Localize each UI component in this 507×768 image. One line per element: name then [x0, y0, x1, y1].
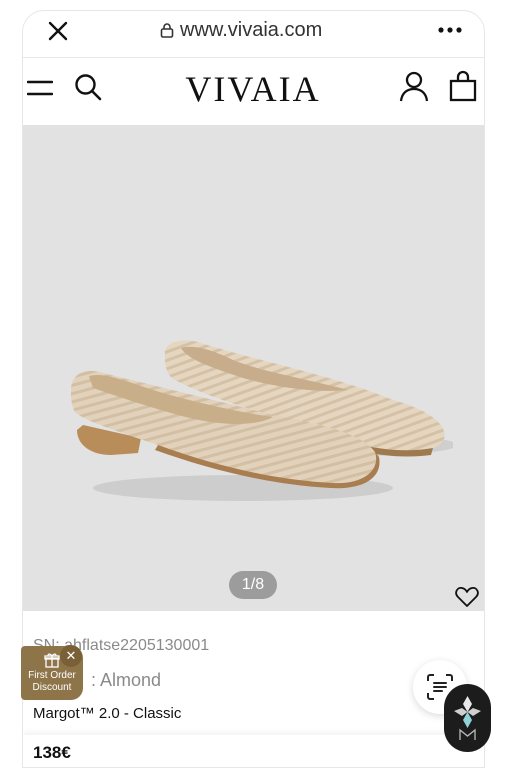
product-photo-flats: [71, 340, 453, 501]
lock-icon: [160, 23, 174, 38]
browser-url-bar: www.vivaia.com: [23, 11, 484, 57]
url-text: www.vivaia.com: [180, 18, 323, 41]
discount-line1: First Order: [28, 670, 76, 681]
product-price: 138€: [33, 743, 71, 762]
product-color: : Almond: [91, 670, 162, 690]
image-counter: 1/8: [229, 571, 277, 599]
assistant-chat-button[interactable]: [444, 684, 491, 752]
gift-icon: [44, 653, 60, 668]
address-field[interactable]: www.vivaia.com: [160, 17, 322, 43]
site-header: VIVAIA: [23, 58, 484, 126]
close-icon[interactable]: [47, 20, 69, 42]
account-icon[interactable]: [398, 70, 430, 102]
discount-line2: Discount: [32, 682, 72, 693]
price-bar: 138€: [23, 735, 484, 767]
hamburger-menu-icon[interactable]: [27, 78, 53, 98]
brand-mark-icon: [454, 696, 481, 740]
discount-close-button[interactable]: ✕: [60, 645, 82, 667]
search-icon[interactable]: [73, 72, 103, 102]
product-name: Margot™ 2.0 - Classic: [33, 705, 182, 722]
more-options-icon[interactable]: [437, 20, 463, 40]
shopping-bag-icon[interactable]: [448, 70, 478, 102]
product-image-gallery[interactable]: 1/8: [23, 125, 484, 611]
site-logo[interactable]: VIVAIA: [143, 68, 363, 110]
wishlist-heart-icon[interactable]: [455, 586, 479, 608]
browser-frame: www.vivaia.com VIVAIA 1/8 SN: ahflatse22…: [22, 10, 485, 768]
